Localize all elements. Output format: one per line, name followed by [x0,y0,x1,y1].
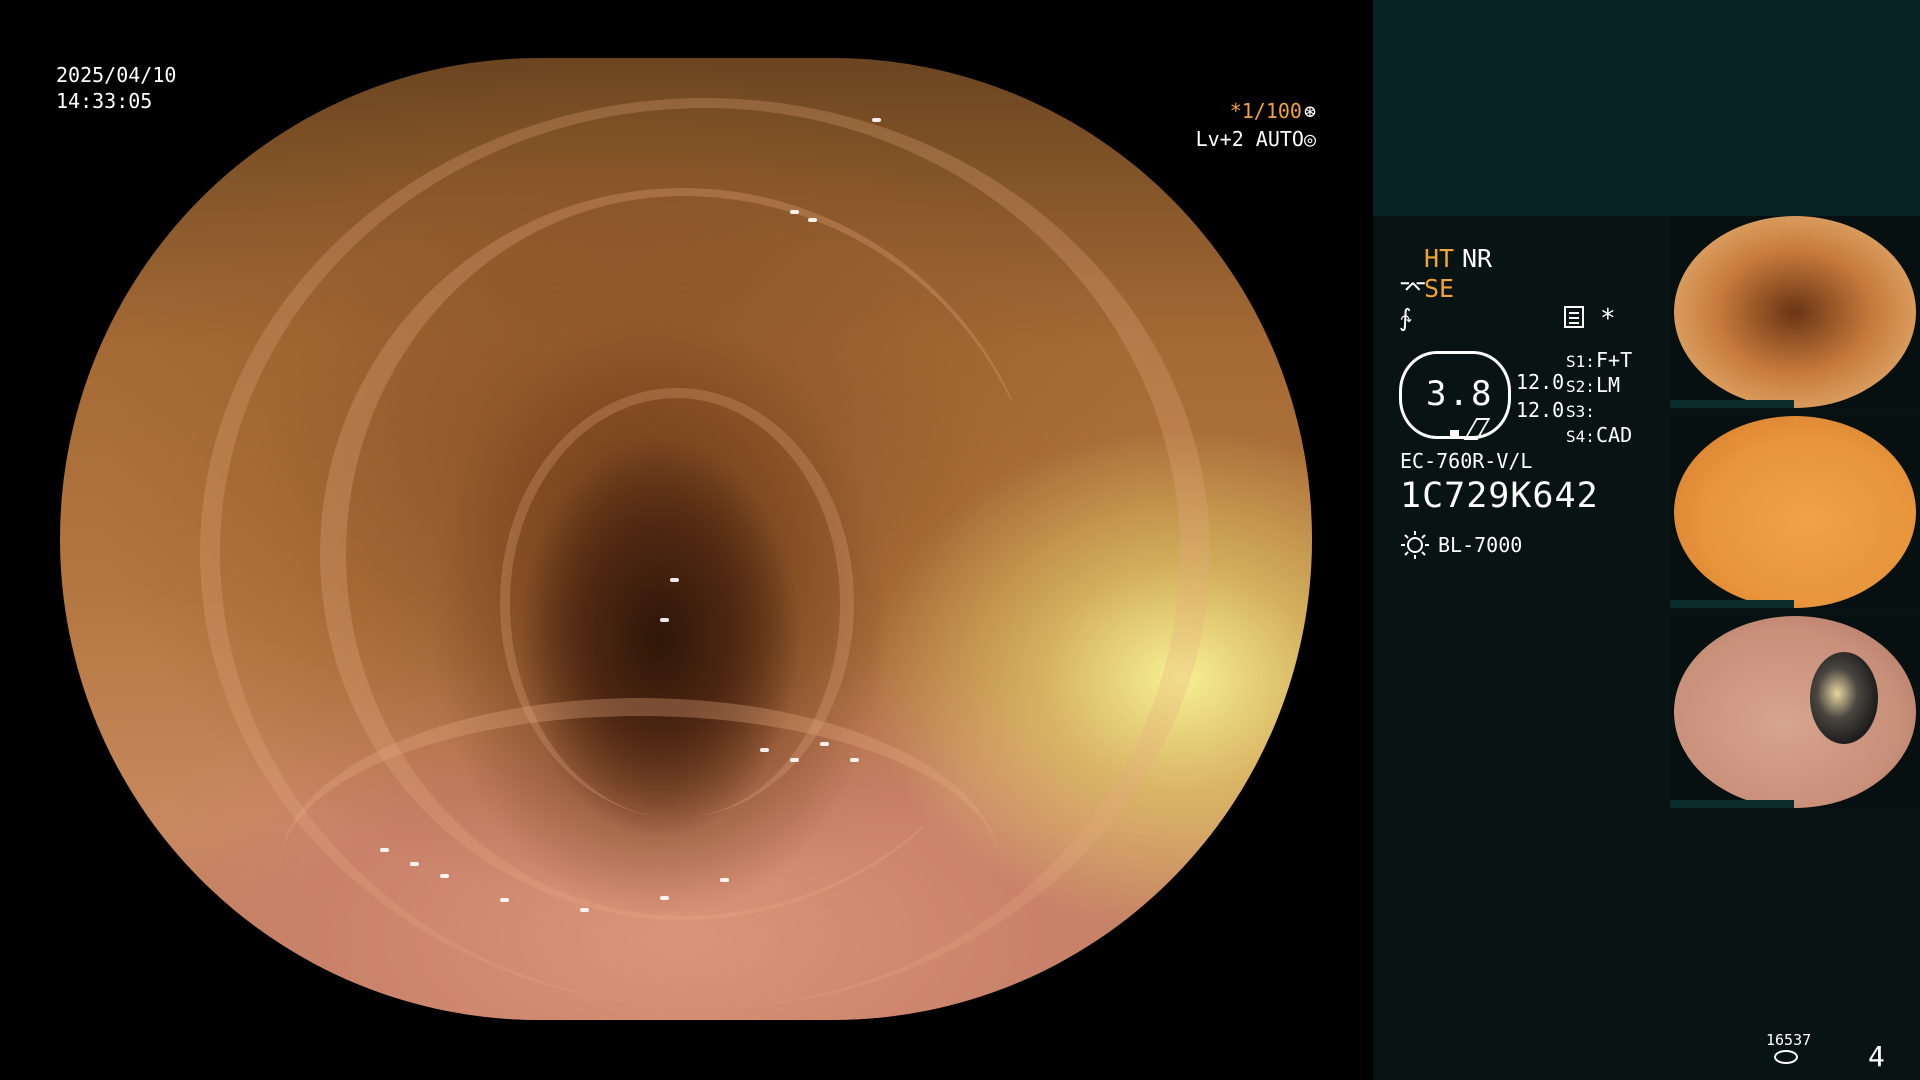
scope-serial: 1C729K642 [1400,476,1599,516]
switch-2-key: S2: [1566,377,1595,396]
thumbnail-bar [1670,800,1794,808]
light-reflection [670,578,679,582]
se-indicator: SE [1424,274,1455,303]
light-reflection [820,742,829,746]
frequency-icon: ∱ [1399,304,1412,332]
captured-image-thumbnail[interactable] [1670,616,1920,808]
light-reflection [872,118,881,122]
exam-date: 2025/04/10 [56,63,177,87]
zoom-marker [1450,430,1459,439]
shutter-speed-value: *1/100 [1229,99,1302,123]
switch-4-value: CAD [1596,423,1633,447]
mucosal-fold [280,698,1000,1020]
scope-tip-icon: ⌤ [1399,274,1427,302]
endoscope-live-view [60,58,1312,1020]
switch-4-key: S4: [1566,427,1595,446]
switch-1-key: S1: [1566,352,1595,371]
light-reflection [850,758,859,762]
zoom-value: 3.8 [1426,374,1494,414]
captured-image-thumbnail[interactable] [1670,216,1920,408]
light-reflection [500,898,509,902]
brightness-level-value: Lv+2 AUTO [1195,127,1304,151]
captured-image-thumbnail[interactable] [1670,416,1920,608]
light-reflection [660,618,669,622]
exam-time: 14:33:05 [56,89,153,113]
light-source-model: BL-7000 [1438,533,1523,557]
nr-indicator: NR [1462,244,1493,273]
thumbnail-image [1674,416,1916,608]
light-reflection [410,862,419,866]
switch-1-value: F+T [1596,348,1633,372]
settings-icon [1564,306,1584,328]
setting-value-2: 12.0 [1516,398,1565,422]
setting-value-1: 12.0 [1516,370,1565,394]
scope-model: EC-760R-V/L [1400,449,1533,473]
storage-icon [1774,1050,1798,1064]
light-reflection [440,874,449,878]
switch-2-value: LM [1596,373,1621,397]
light-reflection [790,210,799,214]
brightness-level: Lv+2 AUTO◎ [1196,126,1316,152]
light-reflection [808,218,817,222]
thumbnail-bar [1670,400,1794,408]
light-source-icon [1401,531,1429,559]
light-reflection [720,878,729,882]
lesion-region [1810,652,1878,744]
thumbnail-image [1674,216,1916,408]
light-reflection [790,758,799,762]
thumbnail-bar [1670,600,1794,608]
storage-count: 16537 [1766,1031,1812,1049]
image-number: 4 [1868,1040,1885,1073]
aperture-icon: ◎ [1303,127,1316,151]
shutter-speed: *1/100 ⊛ [1230,98,1316,124]
info-panel-header [1373,0,1920,216]
ht-indicator: HT [1424,244,1455,273]
thumbnail-image [1674,616,1916,808]
light-reflection [660,896,669,900]
asterisk-icon: * [1600,304,1616,334]
light-reflection [380,848,389,852]
light-reflection [580,908,589,912]
freeze-icon: ⊛ [1303,99,1316,123]
switch-3-key: S3: [1566,402,1595,421]
light-reflection [760,748,769,752]
